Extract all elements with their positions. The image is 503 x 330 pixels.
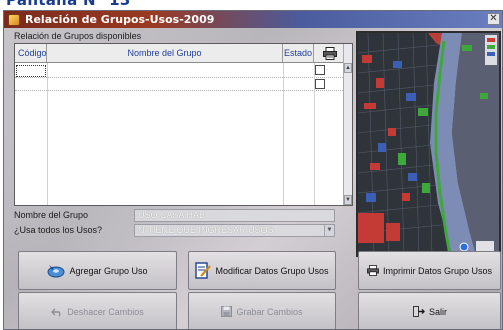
- salir-button[interactable]: Salir: [358, 292, 501, 329]
- undo-icon: [51, 308, 61, 316]
- printer-icon: [322, 46, 337, 60]
- city-map-image: [356, 31, 501, 257]
- salir-label: Salir: [428, 306, 447, 317]
- window-title: Relación de Grupos-Usos-2009: [25, 13, 215, 26]
- nombre-grupo-field[interactable]: USO CASA HAB: [134, 209, 335, 222]
- exit-door-icon: [412, 306, 425, 317]
- modificar-datos-button[interactable]: Modificar Datos Grupo Usos: [188, 251, 336, 290]
- city-map-graphic: [358, 33, 499, 255]
- column-divider: [47, 63, 48, 205]
- column-divider: [283, 63, 284, 205]
- row-separator: [15, 90, 345, 91]
- page-heading: Pantalla N° 13: [6, 0, 131, 9]
- print-grid-button[interactable]: [314, 44, 345, 62]
- scroll-down-icon[interactable]: ▼: [344, 195, 352, 205]
- row-separator: [15, 77, 345, 78]
- selected-cell[interactable]: [16, 65, 46, 77]
- edit-document-icon: [195, 261, 212, 279]
- grid-header: Código Nombre del Grupo Estado: [15, 44, 345, 63]
- grabar-cambios-button[interactable]: Grabar Cambios: [188, 292, 336, 329]
- column-header-codigo[interactable]: Código: [15, 44, 47, 62]
- grid-vertical-scrollbar[interactable]: ▲ ▼: [343, 44, 352, 205]
- groups-grid[interactable]: Código Nombre del Grupo Estado ▲ ▼: [14, 43, 353, 206]
- agregar-grupo-uso-button[interactable]: Agregar Grupo Uso: [18, 251, 177, 290]
- agregar-grupo-uso-label: Agregar Grupo Uso: [69, 265, 148, 276]
- column-header-nombre[interactable]: Nombre del Grupo: [47, 44, 283, 62]
- title-bar[interactable]: Relación de Grupos-Usos-2009 ✕: [4, 11, 502, 28]
- usa-todos-usos-value: N-TIENE QUE INGRESAR USOS: [138, 225, 274, 235]
- scroll-up-icon[interactable]: ▲: [344, 63, 352, 73]
- usa-todos-usos-label: ¿Usa todos los Usos?: [14, 225, 103, 235]
- column-header-estado[interactable]: Estado: [283, 44, 314, 62]
- estado-checkbox-row-1[interactable]: [315, 65, 325, 75]
- imprimir-datos-button[interactable]: Imprimir Datos Grupo Usos: [358, 251, 501, 290]
- grabar-cambios-label: Grabar Cambios: [236, 306, 303, 317]
- chevron-down-icon[interactable]: ▼: [324, 225, 334, 236]
- imprimir-datos-label: Imprimir Datos Grupo Usos: [382, 265, 493, 276]
- deshacer-cambios-label: Deshacer Cambios: [67, 306, 144, 317]
- app-icon: [8, 13, 20, 26]
- usa-todos-usos-select[interactable]: N-TIENE QUE INGRESAR USOS ▼: [134, 224, 335, 237]
- deshacer-cambios-button[interactable]: Deshacer Cambios: [18, 292, 177, 329]
- estado-checkbox-row-2[interactable]: [315, 79, 325, 89]
- save-disk-icon: [221, 306, 233, 317]
- nombre-grupo-label: Nombre del Grupo: [14, 210, 89, 220]
- printer-icon: [367, 265, 379, 276]
- app-window: Relación de Grupos-Usos-2009 ✕ Relación …: [3, 10, 503, 330]
- modificar-datos-label: Modificar Datos Grupo Usos: [215, 265, 329, 276]
- add-disk-icon: [47, 264, 65, 277]
- grid-section-label: Relación de Grupos disponibles: [14, 31, 142, 41]
- close-button[interactable]: ✕: [487, 13, 500, 25]
